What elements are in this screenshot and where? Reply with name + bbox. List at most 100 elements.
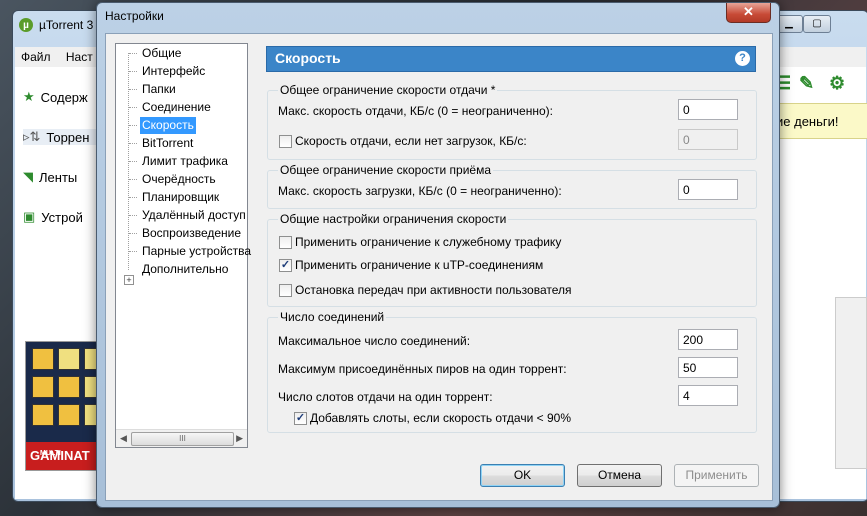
panel-title: Скорость [275,50,341,66]
max-connections-label: Максимальное число соединений: [278,334,471,348]
stop-on-activity-checkbox[interactable] [279,284,292,297]
ad-tile [58,348,80,370]
max-upload-input[interactable] [678,99,738,120]
sidebar-item-label: Содерж [40,89,88,105]
tree-connector [129,89,137,90]
menu-settings[interactable]: Наст [60,47,99,67]
max-peers-input[interactable] [678,357,738,378]
settings-dialog: Настройки ✕ Общие Интерфейс Папки Соедин… [96,2,780,508]
tree-connector [129,161,137,162]
background-scrollbar[interactable] [835,297,867,469]
tree-item-bittorrent[interactable]: BitTorrent [140,135,195,152]
ad-tile [58,404,80,426]
panel-header: Скорость ? [266,46,756,72]
scroll-right-icon[interactable]: ▶ [236,433,243,444]
extra-slots-label: Добавлять слоты, если скорость отдачи < … [310,411,571,425]
background-window-title: µTorrent 3 [39,18,94,32]
help-icon[interactable]: ? [735,51,750,66]
tree-item-remote[interactable]: Удалённый доступ [140,207,248,224]
close-icon[interactable]: ✕ [726,3,771,23]
cancel-button[interactable]: Отмена [577,464,662,487]
no-download-checkbox[interactable] [279,135,292,148]
upload-slots-input[interactable] [678,385,738,406]
max-upload-label: Макс. скорость отдачи, КБ/с (0 = неогран… [278,104,553,118]
scroll-thumb[interactable]: III [131,432,234,446]
utorrent-logo-icon: µ [19,18,33,32]
tree-item-folders[interactable]: Папки [140,81,178,98]
sidebar-item-label: Торрен [46,129,90,145]
no-download-label: Скорость отдачи, если нет загрузок, КБ/с… [295,134,527,148]
tree-item-interface[interactable]: Интерфейс [140,63,207,80]
settings-tree: Общие Интерфейс Папки Соединение Скорост… [115,43,251,448]
download-limit-group: Общее ограничение скорости приёма Макс. … [267,163,757,209]
connections-group: Число соединений Максимальное число соед… [267,310,757,433]
tree-item-speed[interactable]: Скорость [140,117,196,134]
tree-item-general[interactable]: Общие [140,45,183,62]
promo-banner[interactable]: ие деньги! [767,103,867,139]
max-download-label: Макс. скорость загрузки, КБ/с (0 = неогр… [278,184,562,198]
rss-icon: ◥ [23,169,33,184]
tree-connector [129,71,137,72]
tree-item-advanced[interactable]: Дополнительно [140,261,230,278]
sidebar-item-label: Ленты [39,169,78,185]
ad-tile [32,376,54,398]
stop-on-activity-label: Остановка передач при активности пользов… [295,283,572,297]
tree-connector [129,53,137,54]
sidebar-item-label: Устрой [41,209,83,225]
torrents-icon: ▹⇅ [23,129,41,144]
service-traffic-label: Применить ограничение к служебному трафи… [295,235,562,249]
expand-plus-icon[interactable]: + [124,275,134,285]
toolbar-remote-icon[interactable]: ✎ [799,73,814,94]
tree-connector [129,125,137,126]
ad-tile [32,348,54,370]
dialog-title: Настройки [105,9,164,23]
upload-group-label: Общее ограничение скорости отдачи * [278,83,498,97]
tree-item-queueing[interactable]: Очерёдность [140,171,218,188]
ad-tile [58,376,80,398]
toolbar-settings-icon[interactable]: ⚙ [829,73,845,94]
upload-slots-label: Число слотов отдачи на один торрент: [278,390,493,404]
tree-connector [129,143,137,144]
dialog-client-area: Общие Интерфейс Папки Соединение Скорост… [105,33,773,501]
upload-limit-group: Общее ограничение скорости отдачи * Макс… [267,83,757,160]
tree-connector [129,233,137,234]
global-group-label: Общие настройки ограничения скорости [278,212,509,226]
star-icon: ★ [23,89,35,104]
tree-item-playback[interactable]: Воспроизведение [140,225,243,242]
scroll-left-icon[interactable]: ◀ [120,433,127,444]
tree-connector [129,197,137,198]
service-traffic-checkbox[interactable] [279,236,292,249]
sidebar-item-devices[interactable]: ▣ Устрой [23,209,83,225]
tree-item-connection[interactable]: Соединение [140,99,213,116]
tree-connector [129,251,137,252]
promo-text: ие деньги! [776,114,839,129]
tree-item-paired-devices[interactable]: Парные устройства [140,243,253,260]
extra-slots-checkbox[interactable]: ✓ [294,412,307,425]
device-icon: ▣ [23,209,36,224]
apply-button[interactable]: Применить [674,464,759,487]
utp-checkbox[interactable]: ✓ [279,259,292,272]
tree-connector [129,215,137,216]
background-maximize-icon[interactable]: ▢ [803,15,831,33]
tree-connector [129,179,137,180]
menu-file[interactable]: Файл [15,47,57,67]
sidebar-item-feeds[interactable]: ◥ Ленты [23,169,77,185]
no-download-input[interactable] [678,129,738,150]
tree-horizontal-scrollbar[interactable]: ◀ III ▶ [116,429,247,447]
download-group-label: Общее ограничение скорости приёма [278,163,494,177]
background-title-bar: µ µTorrent 3 [19,13,93,37]
global-limit-group: Общие настройки ограничения скорости При… [267,212,757,307]
utp-label: Применить ограничение к uTP-соединениям [295,258,544,272]
max-peers-label: Максимум присоединённых пиров на один то… [278,362,567,376]
sidebar-item-content[interactable]: ★ Содерж [23,89,88,105]
tree-connector [129,107,137,108]
max-connections-input[interactable] [678,329,738,350]
max-download-input[interactable] [678,179,738,200]
sidebar-item-torrents[interactable]: ▹⇅ Торрен [23,129,103,145]
tree-item-traffic-limit[interactable]: Лимит трафика [140,153,230,170]
tree-item-scheduler[interactable]: Планировщик [140,189,221,206]
ad-small-text: MULTI [40,450,61,457]
connections-group-label: Число соединений [278,310,387,324]
ad-tile [32,404,54,426]
ok-button[interactable]: OK [480,464,565,487]
